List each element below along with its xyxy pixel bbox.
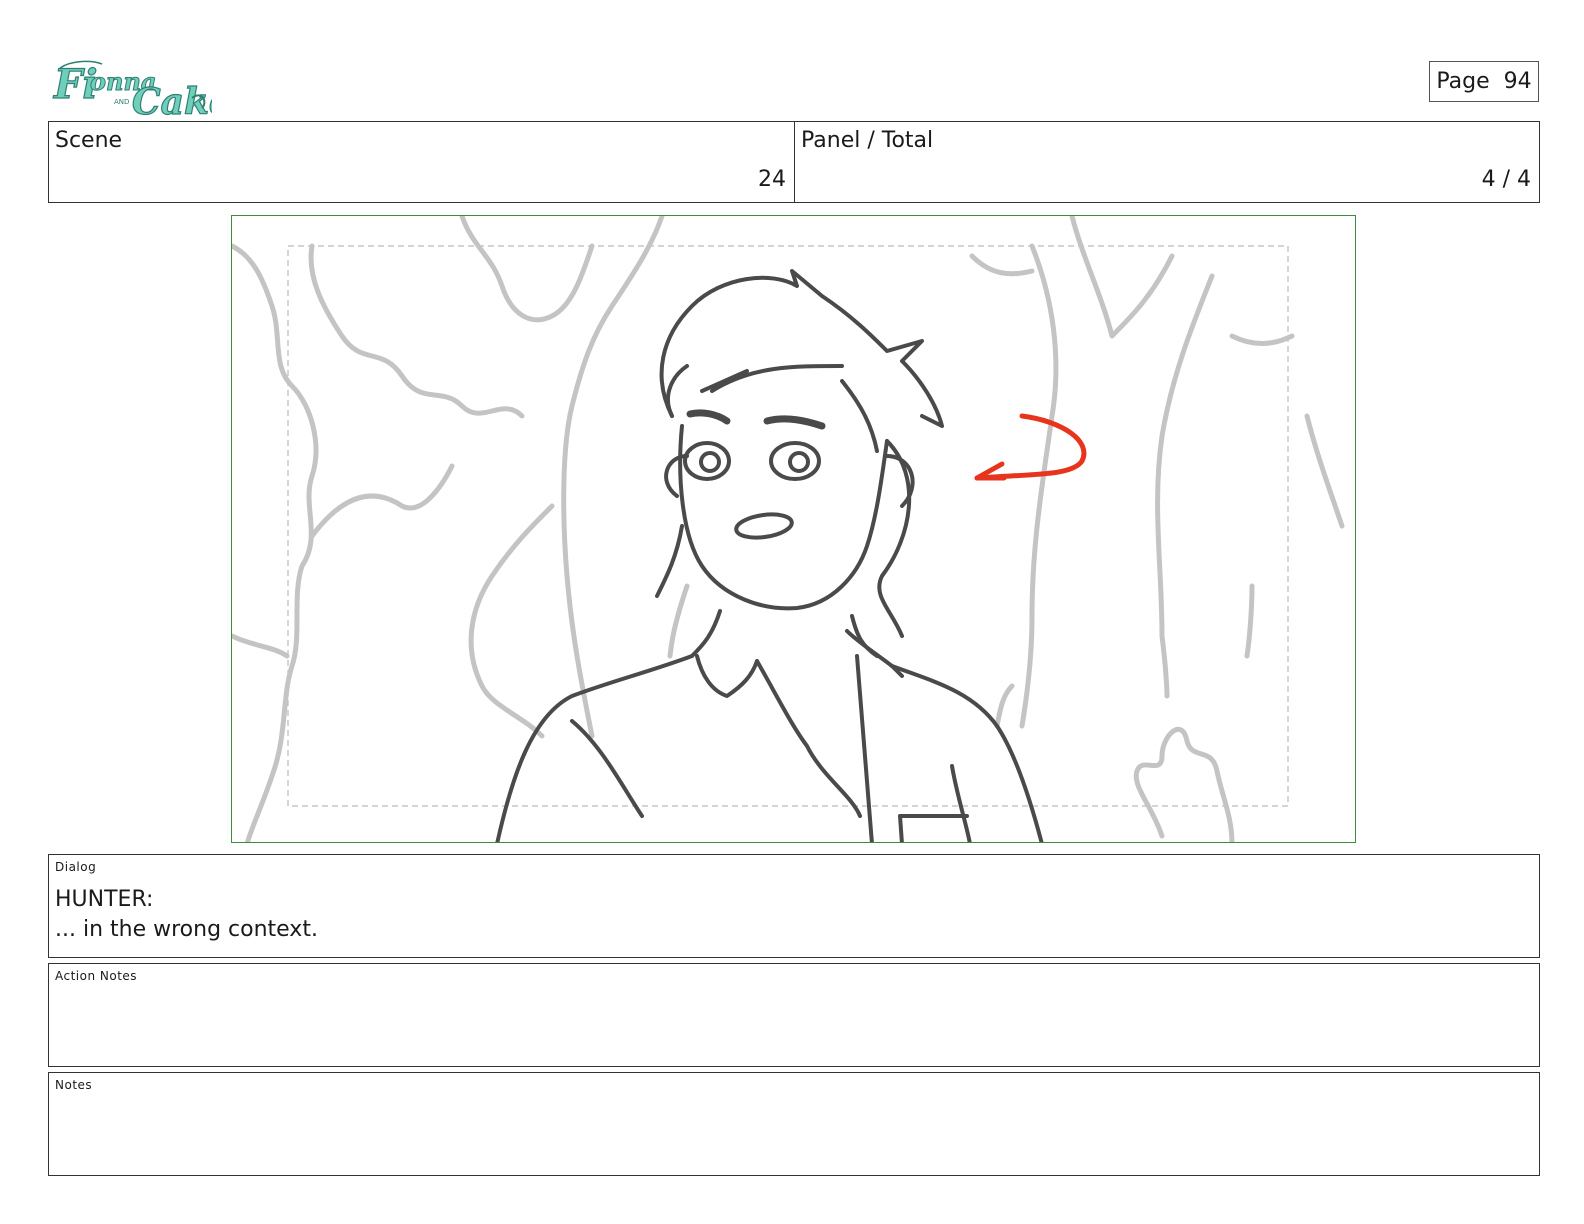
svg-text:AND: AND <box>114 98 129 106</box>
scene-cell: Scene 24 <box>49 122 795 202</box>
dialog-speaker: HUNTER: <box>55 887 154 912</box>
panel-cell: Panel / Total 4 / 4 <box>795 122 1539 202</box>
scene-label: Scene <box>55 128 123 153</box>
show-logo: Fi onna AND Cake <box>52 50 232 123</box>
panel-value: 4 / 4 <box>1481 167 1531 192</box>
notes-box: Notes <box>48 1072 1540 1176</box>
notes-label: Notes <box>55 1078 93 1092</box>
dialog-line: ... in the wrong context. <box>55 917 318 942</box>
svg-text:Cake: Cake <box>132 81 212 120</box>
scene-panel-info: Scene 24 Panel / Total 4 / 4 <box>48 121 1540 203</box>
panel-sketch <box>232 216 1345 842</box>
storyboard-panel <box>231 215 1356 843</box>
panel-label: Panel / Total <box>801 128 934 153</box>
scene-value: 24 <box>758 167 786 192</box>
page-number: 94 <box>1503 69 1532 94</box>
page-number-box: Page 94 <box>1429 61 1539 102</box>
action-notes-label: Action Notes <box>55 969 138 983</box>
dialog-box: Dialog HUNTER: ... in the wrong context. <box>48 854 1540 958</box>
dialog-label: Dialog <box>55 860 97 874</box>
page-label: Page <box>1436 69 1490 94</box>
action-notes-box: Action Notes <box>48 963 1540 1067</box>
dialog-content: HUNTER: ... in the wrong context. <box>55 885 318 945</box>
